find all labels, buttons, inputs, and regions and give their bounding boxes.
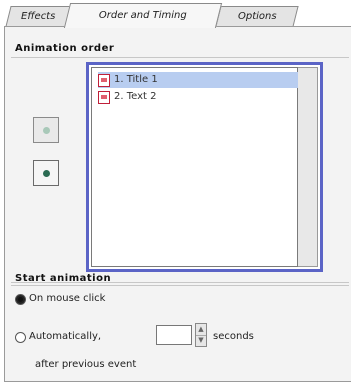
seconds-stepper[interactable]: ▲ ▼ (195, 323, 207, 347)
automatically-radio[interactable] (15, 332, 26, 343)
animation-order-list-content: 1. Title 1 2. Text 2 (91, 67, 304, 267)
list-item-title-1[interactable]: 1. Title 1 (98, 72, 304, 88)
tab-bar: Effects Options Order and Timing (0, 0, 354, 28)
stepper-down-icon[interactable]: ▼ (196, 335, 206, 346)
automatically-label: Automatically, (29, 331, 102, 342)
list-scrollbar[interactable] (298, 67, 318, 267)
seconds-label: seconds (213, 331, 254, 342)
list-item-label: 1. Title 1 (114, 74, 158, 85)
on-mouse-click-label: On mouse click (29, 293, 106, 304)
move-down-button[interactable] (33, 160, 59, 186)
tab-effects-label: Effects (20, 11, 56, 22)
tab-order-and-timing[interactable]: Order and Timing (63, 3, 223, 28)
slide-object-icon (98, 74, 110, 87)
tab-order-and-timing-label: Order and Timing (98, 10, 187, 21)
down-dot-icon (43, 170, 50, 177)
list-item-label: 2. Text 2 (114, 91, 157, 102)
tab-panel: Animation order 1. Title 1 2. Text 2 Sta… (4, 26, 351, 382)
after-previous-event-label: after previous event (35, 359, 137, 370)
move-up-button[interactable] (33, 117, 59, 143)
list-item-text-2[interactable]: 2. Text 2 (98, 89, 304, 105)
animation-order-title: Animation order (15, 43, 115, 54)
tab-options-label: Options (237, 11, 277, 22)
up-dot-icon (43, 127, 50, 134)
animation-order-list[interactable]: 1. Title 1 2. Text 2 (86, 62, 323, 272)
start-animation-title: Start animation (15, 273, 112, 284)
slide-object-icon (98, 91, 110, 104)
seconds-input[interactable] (156, 325, 192, 345)
on-mouse-click-radio[interactable] (15, 294, 26, 305)
tab-effects[interactable]: Effects (5, 6, 71, 27)
tab-options[interactable]: Options (215, 6, 299, 27)
